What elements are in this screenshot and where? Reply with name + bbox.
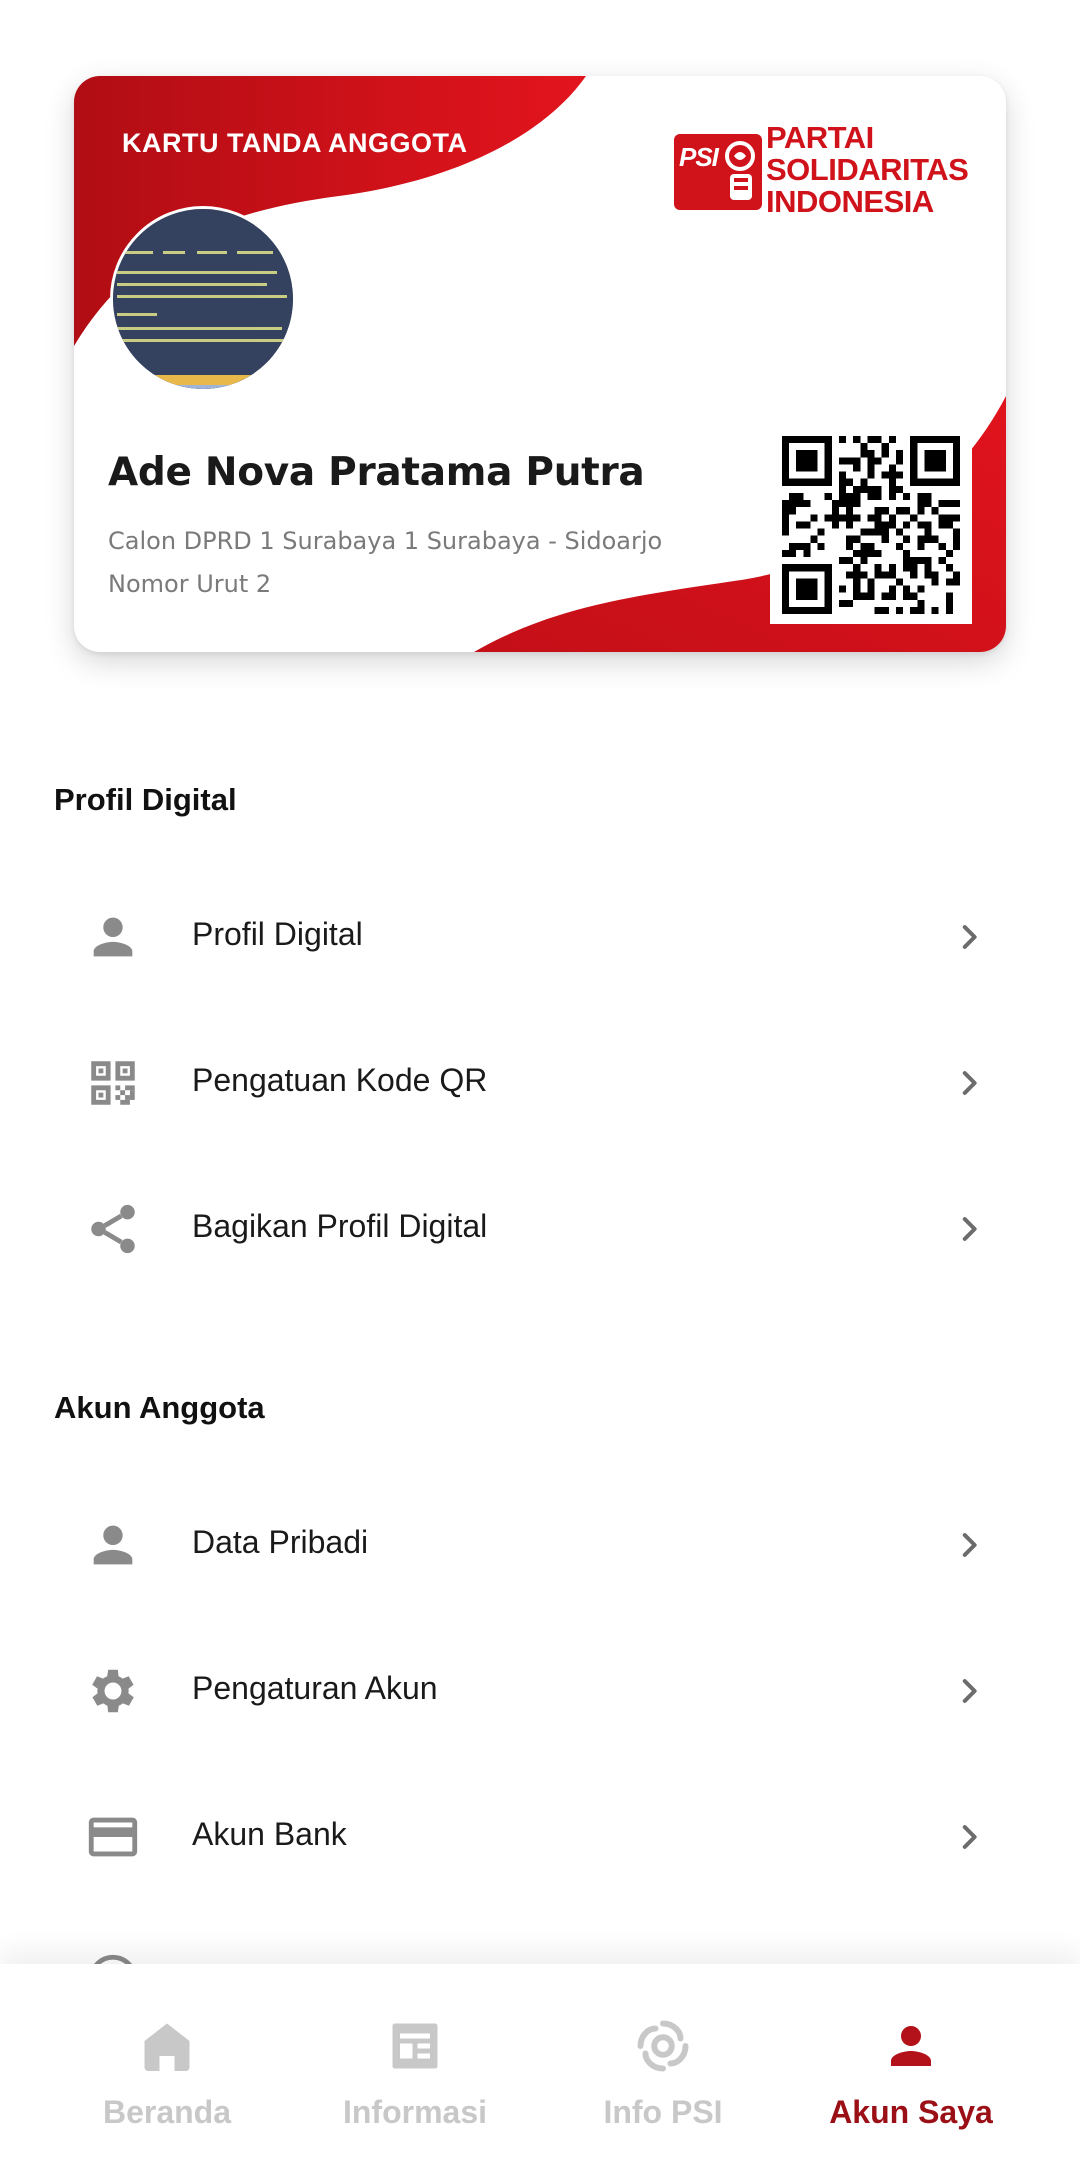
account-page: KARTU TANDA ANGGOTA PSI PARTAI SOLIDARIT…: [0, 0, 1080, 2184]
menu-label: Profil Digital: [192, 916, 363, 952]
menu-item-digital-profile[interactable]: Profil Digital: [54, 864, 1026, 1010]
newspaper-icon: [392, 2023, 438, 2069]
chevron-right-icon: [962, 1217, 977, 1241]
chevron-right-icon: [962, 1679, 977, 1703]
nav-label: Beranda: [102, 2094, 232, 2130]
person-icon: [891, 2026, 931, 2066]
member-card[interactable]: KARTU TANDA ANGGOTA PSI PARTAI SOLIDARIT…: [74, 76, 1006, 652]
member-qr-code[interactable]: [770, 424, 972, 624]
nav-label: Akun Saya: [829, 2094, 993, 2130]
psi-logo: PSI PARTAI SOLIDARITAS INDONESIA: [674, 122, 974, 222]
menu-item-personal-data[interactable]: Data Pribadi: [54, 1472, 1026, 1618]
avatar[interactable]: [110, 206, 296, 392]
psi-logo-text: PARTAI SOLIDARITAS INDONESIA: [766, 120, 969, 219]
menu-item-bank-account[interactable]: Akun Bank: [54, 1764, 1026, 1910]
nav-tab-my-account[interactable]: Akun Saya: [776, 1964, 1046, 2184]
nav-label: Informasi: [342, 2094, 488, 2130]
chevron-right-icon: [962, 1071, 977, 1095]
menu-label: Bagikan Profil Digital: [192, 1208, 488, 1244]
person-icon: [93, 917, 133, 957]
member-name: Ade Nova Pratama Putra: [108, 450, 645, 495]
card-title: KARTU TANDA ANGGOTA: [122, 128, 468, 158]
chevron-right-icon: [962, 925, 977, 949]
menu-label: Data Pribadi: [192, 1524, 369, 1560]
psi-logo-badge: PSI: [674, 134, 762, 210]
nav-tab-information[interactable]: Informasi: [280, 1964, 550, 2184]
member-details: Calon DPRD 1 Surabaya 1 Surabaya - Sidoa…: [108, 520, 708, 606]
menu-label: Akun Bank: [192, 1816, 347, 1852]
menu-item-share-profile[interactable]: Bagikan Profil Digital: [54, 1156, 1026, 1302]
nav-label: Info PSI: [603, 2094, 723, 2130]
menu-label: Pengatuan Kode QR: [192, 1062, 488, 1098]
menu-label: Pengaturan Akun: [192, 1670, 438, 1706]
member-candidacy: Calon DPRD 1 Surabaya 1 Surabaya - Sidoa…: [108, 527, 663, 555]
credit-card-icon: [88, 1817, 138, 1857]
avatar-photo: [113, 209, 293, 389]
person-icon: [93, 1525, 133, 1565]
nav-tab-info-psi[interactable]: Info PSI: [528, 1964, 798, 2184]
gear-icon: [92, 1669, 134, 1713]
menu-item-qr-settings[interactable]: Pengatuan Kode QR: [54, 1010, 1026, 1156]
bottom-navigation: Beranda Informasi Info PSI Akun Saya: [0, 1964, 1080, 2184]
section-title-member-account: Akun Anggota: [54, 1390, 265, 1425]
qr-code-icon: [91, 1061, 135, 1105]
psi-swirl-icon: [637, 2020, 689, 2072]
menu-item-account-settings[interactable]: Pengaturan Akun: [54, 1618, 1026, 1764]
section-title-digital-profile: Profil Digital: [54, 782, 237, 817]
share-icon: [91, 1204, 135, 1254]
member-number: Nomor Urut 2: [108, 570, 272, 598]
fist-rose-icon: [725, 141, 755, 200]
home-icon: [144, 2023, 190, 2071]
chevron-right-icon: [962, 1533, 977, 1557]
chevron-right-icon: [962, 1825, 977, 1849]
qr-code-image: [782, 436, 960, 614]
nav-tab-home[interactable]: Beranda: [32, 1964, 302, 2184]
